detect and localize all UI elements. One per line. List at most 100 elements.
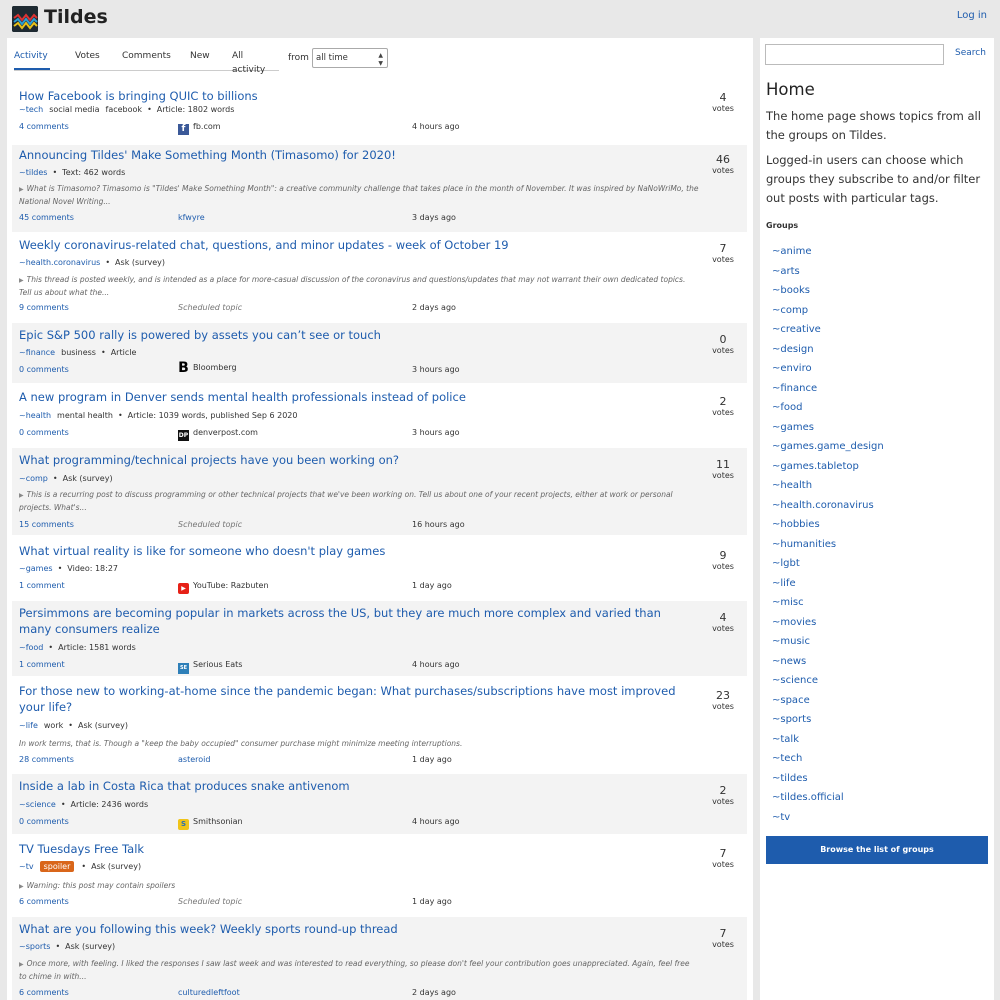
topic-group-link[interactable]: ~food bbox=[19, 643, 43, 652]
group-link[interactable]: ~humanities bbox=[772, 535, 884, 555]
topic-group-link[interactable]: ~tech bbox=[19, 105, 43, 114]
topic-comments-link[interactable]: 45 comments bbox=[19, 213, 74, 222]
group-link[interactable]: ~tildes bbox=[772, 769, 884, 789]
vote-count[interactable]: 0 votes bbox=[698, 333, 748, 356]
topic-excerpt[interactable]: In work terms, that is. Though a "keep t… bbox=[19, 738, 699, 750]
topic-excerpt[interactable]: ▶ What is Timasomo? Timasomo is "Tildes' … bbox=[19, 183, 699, 208]
topic-title-link[interactable]: What virtual reality is like for someone… bbox=[19, 544, 694, 560]
group-link[interactable]: ~games.tabletop bbox=[772, 457, 884, 477]
topic-tag[interactable]: social media bbox=[49, 105, 99, 114]
topic-group-link[interactable]: ~tildes bbox=[19, 168, 47, 177]
tab-all-activity[interactable]: All activity bbox=[232, 49, 279, 75]
vote-count[interactable]: 46 votes bbox=[698, 153, 748, 176]
group-link[interactable]: ~enviro bbox=[772, 359, 884, 379]
topic-comments-link[interactable]: 28 comments bbox=[19, 755, 74, 764]
search-button[interactable]: Search bbox=[955, 48, 986, 58]
topic-tag[interactable]: business bbox=[61, 348, 96, 357]
group-link[interactable]: ~anime bbox=[772, 242, 884, 262]
topic-title-link[interactable]: What programming/technical projects have… bbox=[19, 453, 694, 469]
group-link[interactable]: ~movies bbox=[772, 613, 884, 633]
topic-comments-link[interactable]: 1 comment bbox=[19, 660, 65, 669]
topic-comments-link[interactable]: 15 comments bbox=[19, 520, 74, 529]
group-link[interactable]: ~health bbox=[772, 476, 884, 496]
group-link[interactable]: ~lgbt bbox=[772, 554, 884, 574]
topic-comments-link[interactable]: 0 comments bbox=[19, 365, 69, 374]
topic-comments-link[interactable]: 6 comments bbox=[19, 988, 69, 997]
group-link[interactable]: ~science bbox=[772, 671, 884, 691]
period-select[interactable]: all time ▲ ▼ bbox=[312, 48, 388, 68]
topic-group-link[interactable]: ~life bbox=[19, 721, 38, 730]
topic-source[interactable]: SE Serious Eats bbox=[178, 660, 242, 674]
group-link[interactable]: ~music bbox=[772, 632, 884, 652]
search-input[interactable] bbox=[765, 44, 944, 65]
vote-count[interactable]: 7 votes bbox=[698, 242, 748, 265]
topic-title-link[interactable]: Inside a lab in Costa Rica that produces… bbox=[19, 779, 694, 795]
topic-source[interactable]: f fb.com bbox=[178, 122, 221, 135]
topic-author-link[interactable]: asteroid bbox=[178, 755, 210, 764]
group-link[interactable]: ~food bbox=[772, 398, 884, 418]
vote-count[interactable]: 7 votes bbox=[698, 847, 748, 870]
topic-tag[interactable]: mental health bbox=[57, 411, 113, 420]
group-link[interactable]: ~health.coronavirus bbox=[772, 496, 884, 516]
topic-title-link[interactable]: For those new to working-at-home since t… bbox=[19, 684, 694, 715]
topic-title-link[interactable]: TV Tuesdays Free Talk bbox=[19, 842, 694, 858]
vote-count[interactable]: 4 votes bbox=[698, 611, 748, 634]
group-link[interactable]: ~creative bbox=[772, 320, 884, 340]
topic-source[interactable]: S Smithsonian bbox=[178, 817, 243, 830]
group-link[interactable]: ~life bbox=[772, 574, 884, 594]
topic-group-link[interactable]: ~health bbox=[19, 411, 51, 420]
group-link[interactable]: ~arts bbox=[772, 262, 884, 282]
vote-count[interactable]: 9 votes bbox=[698, 549, 748, 572]
topic-source[interactable]: B Bloomberg bbox=[178, 361, 236, 375]
tab-new[interactable]: New bbox=[190, 49, 210, 69]
topic-comments-link[interactable]: 0 comments bbox=[19, 817, 69, 826]
topic-comments-link[interactable]: 0 comments bbox=[19, 428, 69, 437]
topic-title-link[interactable]: Weekly coronavirus-related chat, questio… bbox=[19, 238, 694, 254]
topic-comments-link[interactable]: 1 comment bbox=[19, 581, 65, 590]
vote-count[interactable]: 2 votes bbox=[698, 395, 748, 418]
topic-excerpt[interactable]: ▶ This thread is posted weekly, and is in… bbox=[19, 274, 699, 299]
vote-count[interactable]: 11 votes bbox=[698, 458, 748, 481]
topic-comments-link[interactable]: 6 comments bbox=[19, 897, 69, 906]
group-link[interactable]: ~tv bbox=[772, 808, 884, 828]
group-link[interactable]: ~games bbox=[772, 418, 884, 438]
topic-author-link[interactable]: culturedleftfoot bbox=[178, 988, 240, 997]
login-link[interactable]: Log in bbox=[957, 10, 987, 21]
topic-author-link[interactable]: kfwyre bbox=[178, 213, 205, 222]
group-link[interactable]: ~hobbies bbox=[772, 515, 884, 535]
topic-source[interactable]: ▶ YouTube: Razbuten bbox=[178, 581, 269, 594]
group-link[interactable]: ~books bbox=[772, 281, 884, 301]
topic-group-link[interactable]: ~finance bbox=[19, 348, 55, 357]
vote-count[interactable]: 23 votes bbox=[698, 689, 748, 712]
group-link[interactable]: ~news bbox=[772, 652, 884, 672]
group-link[interactable]: ~tech bbox=[772, 749, 884, 769]
topic-tag[interactable]: work bbox=[44, 721, 63, 730]
topic-comments-link[interactable]: 9 comments bbox=[19, 303, 69, 312]
tab-comments[interactable]: Comments bbox=[122, 49, 171, 69]
group-link[interactable]: ~misc bbox=[772, 593, 884, 613]
site-title[interactable]: Tildes bbox=[44, 6, 108, 28]
topic-title-link[interactable]: A new program in Denver sends mental hea… bbox=[19, 390, 694, 406]
vote-count[interactable]: 4 votes bbox=[698, 91, 748, 114]
tab-votes[interactable]: Votes bbox=[75, 49, 100, 69]
topic-group-link[interactable]: ~sports bbox=[19, 942, 50, 951]
group-link[interactable]: ~tildes.official bbox=[772, 788, 884, 808]
topic-title-link[interactable]: How Facebook is bringing QUIC to billion… bbox=[19, 89, 694, 105]
topic-group-link[interactable]: ~health.coronavirus bbox=[19, 258, 100, 267]
topic-excerpt[interactable]: ▶ Warning: this post may contain spoilers bbox=[19, 880, 699, 893]
topic-group-link[interactable]: ~games bbox=[19, 564, 53, 573]
topic-comments-link[interactable]: 4 comments bbox=[19, 122, 69, 131]
topic-group-link[interactable]: ~tv bbox=[19, 862, 34, 871]
group-link[interactable]: ~design bbox=[772, 340, 884, 360]
group-link[interactable]: ~sports bbox=[772, 710, 884, 730]
topic-group-link[interactable]: ~comp bbox=[19, 474, 48, 483]
topic-tag[interactable]: facebook bbox=[106, 105, 143, 114]
spoiler-tag[interactable]: spoiler bbox=[39, 861, 75, 872]
group-link[interactable]: ~comp bbox=[772, 301, 884, 321]
topic-title-link[interactable]: Epic S&P 500 rally is powered by assets … bbox=[19, 328, 694, 344]
group-link[interactable]: ~space bbox=[772, 691, 884, 711]
vote-count[interactable]: 2 votes bbox=[698, 784, 748, 807]
topic-excerpt[interactable]: ▶ Once more, with feeling. I liked the re… bbox=[19, 958, 699, 983]
tab-activity[interactable]: Activity bbox=[14, 49, 50, 70]
topic-source[interactable]: DP denverpost.com bbox=[178, 428, 258, 441]
